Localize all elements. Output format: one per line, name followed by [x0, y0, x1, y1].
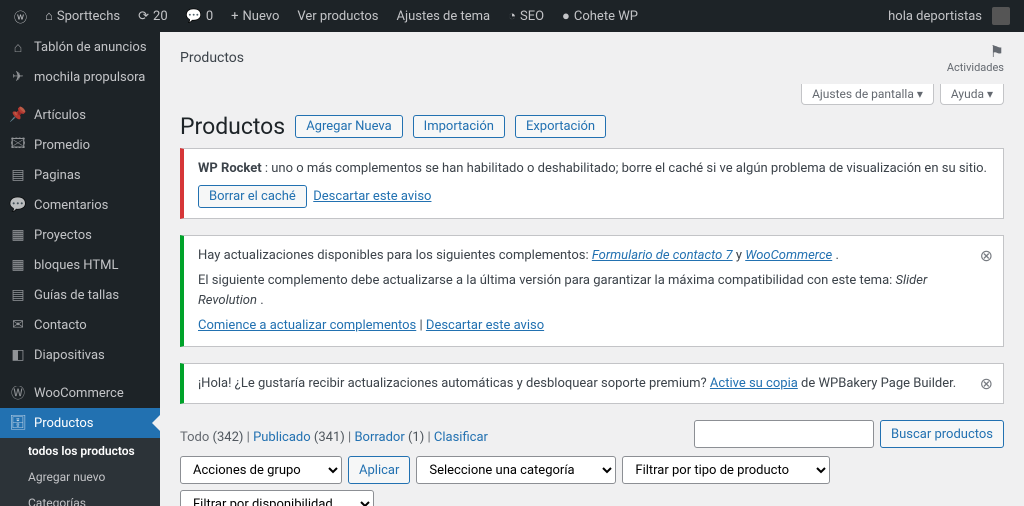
admin-sidebar: ⌂Tablón de anuncios ✈mochila propulsora … [0, 32, 160, 506]
new-link[interactable]: + Nuevo [225, 0, 285, 32]
submenu-add-new[interactable]: Agregar nuevo [0, 464, 160, 490]
page-title-row: Productos Agregar Nueva Importación Expo… [180, 113, 1004, 140]
archive-icon: 🗄 [10, 415, 26, 431]
comments-link[interactable]: 💬 0 [180, 0, 220, 32]
sidebar-item-jetpack[interactable]: ✈mochila propulsora [0, 62, 160, 92]
wc-link[interactable]: WooCommerce [745, 248, 832, 263]
updates-notice: ⊗ Hay actualizaciones disponibles para l… [180, 235, 1004, 347]
close-icon[interactable]: ⊗ [980, 244, 993, 268]
view-filters: Todo (342) | Publicado (341) | Borrador … [180, 430, 488, 445]
admin-toolbar: ⓦ ⌂ Sporttechs ⟳ 20 💬 0 + Nuevo Ver prod… [0, 0, 1024, 32]
bulk-actions-select[interactable]: Acciones de grupo [180, 456, 342, 484]
flag-icon: ⚑ [947, 42, 1004, 61]
view-products-link[interactable]: Ver productos [291, 0, 384, 32]
activate-copy-link[interactable]: Active su copia [710, 376, 798, 391]
sidebar-item-comments[interactable]: 💬Comentarios [0, 190, 160, 220]
stock-filter-select[interactable]: Filtrar por disponibilidad [180, 490, 374, 506]
apply-button[interactable]: Aplicar [348, 456, 410, 484]
page-title: Productos [180, 113, 285, 140]
user-greeting[interactable]: hola deportistas [882, 0, 1016, 32]
wp-rocket-notice: WP Rocket : uno o más complementos se ha… [180, 148, 1004, 219]
slides-icon: ◧ [10, 347, 26, 363]
sidebar-item-posts[interactable]: 📌Artículos [0, 100, 160, 130]
submenu-categories[interactable]: Categorías [0, 490, 160, 506]
sidebar-item-slides[interactable]: ◧Diapositivas [0, 340, 160, 370]
sidebar-item-dashboard[interactable]: ⌂Tablón de anuncios [0, 32, 160, 62]
import-button[interactable]: Importación [413, 115, 505, 138]
sidebar-item-size-guides[interactable]: ▤Guías de tallas [0, 280, 160, 310]
sidebar-item-pages[interactable]: ▤Paginas [0, 160, 160, 190]
clear-cache-button[interactable]: Borrar el caché [198, 185, 307, 208]
grid-icon: ▦ [10, 257, 26, 273]
updates-link[interactable]: ⟳ 20 [132, 0, 174, 32]
wp-logo[interactable]: ⓦ [8, 0, 33, 32]
search-input[interactable] [694, 420, 874, 448]
export-button[interactable]: Exportación [515, 115, 606, 138]
pin-icon: 📌 [10, 107, 26, 123]
type-filter-select[interactable]: Filtrar por tipo de producto [622, 456, 830, 484]
filter-publicado[interactable]: Publicado [253, 430, 311, 445]
cf7-link[interactable]: Formulario de contacto 7 [592, 248, 733, 263]
start-updating-link[interactable]: Comience a actualizar complementos [198, 318, 416, 333]
submenu-all-products[interactable]: todos los productos [0, 438, 160, 464]
filter-clasificar[interactable]: Clasificar [434, 430, 488, 445]
envelope-icon: ✉ [10, 317, 26, 333]
media-icon: 🖾 [10, 137, 26, 153]
dismiss-rocket-link[interactable]: Descartar este aviso [313, 189, 431, 204]
screen-options-button[interactable]: Ajustes de pantalla ▾ [801, 84, 934, 105]
add-new-button[interactable]: Agregar Nueva [295, 115, 402, 138]
sidebar-item-woocommerce[interactable]: ⓌWooCommerce [0, 378, 160, 408]
category-filter-select[interactable]: Seleccione una categoría [416, 456, 616, 484]
activities-panel[interactable]: ⚑ Actividades [947, 42, 1004, 74]
wpbakery-notice: ⊗ ¡Hola! ¿Le gustaría recibir actualizac… [180, 363, 1004, 405]
seo-link[interactable]: ◔ SEO [502, 0, 550, 32]
jetpack-icon: ✈ [10, 69, 26, 85]
dismiss-updates-link[interactable]: Descartar este aviso [426, 318, 544, 333]
sidebar-item-contact[interactable]: ✉Contacto [0, 310, 160, 340]
sidebar-item-products[interactable]: 🗄Productos [0, 408, 160, 438]
theme-settings-link[interactable]: Ajustes de tema [390, 0, 496, 32]
sidebar-item-projects[interactable]: ▦Proyectos [0, 220, 160, 250]
sidebar-item-media[interactable]: 🖾Promedio [0, 130, 160, 160]
rocket-link[interactable]: ● Cohete WP [556, 0, 644, 32]
comments-icon: 💬 [10, 197, 26, 213]
filter-borrador[interactable]: Borrador [354, 430, 404, 445]
site-name[interactable]: ⌂ Sporttechs [39, 0, 126, 32]
woo-icon: Ⓦ [10, 385, 26, 401]
search-button[interactable]: Buscar productos [880, 420, 1004, 448]
grid-icon: ▦ [10, 227, 26, 243]
pages-icon: ▤ [10, 167, 26, 183]
guide-icon: ▤ [10, 287, 26, 303]
main-content: Productos ⚑ Actividades Ajustes de panta… [160, 32, 1024, 506]
home-icon: ⌂ [10, 39, 26, 55]
products-submenu: todos los productos Agregar nuevo Catego… [0, 438, 160, 506]
breadcrumb: Productos [180, 50, 244, 66]
sidebar-item-html-blocks[interactable]: ▦bloques HTML [0, 250, 160, 280]
close-icon[interactable]: ⊗ [980, 372, 993, 396]
help-button[interactable]: Ayuda ▾ [940, 84, 1004, 105]
